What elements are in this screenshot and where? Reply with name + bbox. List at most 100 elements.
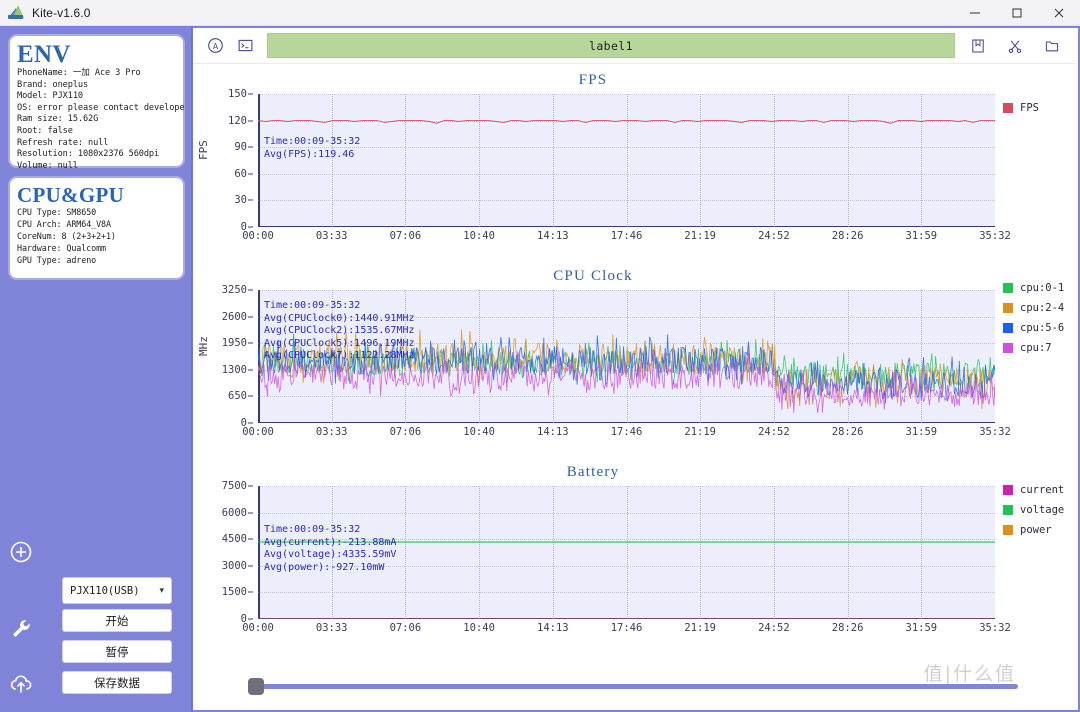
save-data-button[interactable]: 保存数据 [62, 671, 172, 694]
left-sidebar: ENV PhoneName: 一加 Ace 3 Pro Brand: onepl… [0, 26, 193, 712]
y-tick-label: 90 [234, 141, 247, 154]
legend-label: cpu:5-6 [1020, 322, 1065, 334]
chart-fps-plot: Time:00:09-35:32 Avg(FPS):119.46 [258, 94, 995, 227]
pause-button[interactable]: 暂停 [62, 640, 172, 663]
legend-item[interactable]: power [1003, 524, 1064, 536]
y-tick-label: 60 [234, 167, 247, 180]
x-tick-label: 03:33 [315, 622, 348, 634]
legend-swatch-icon [1003, 343, 1013, 353]
chart-battery-plot: Time:00:09-35:32 Avg(current):-213.88mA … [258, 486, 995, 619]
legend-item[interactable]: cpu:0-1 [1003, 282, 1064, 294]
legend-item[interactable]: voltage [1003, 504, 1064, 516]
y-tick-mark [248, 199, 253, 201]
legend-label: cpu:7 [1020, 342, 1052, 354]
device-select[interactable]: PJX110(USB) ▾ [62, 577, 172, 604]
chart-battery-legend: current voltage power [1003, 484, 1064, 544]
label-bar-text: label1 [589, 38, 633, 53]
bookmark-save-icon[interactable] [966, 34, 990, 58]
legend-item[interactable]: cpu:7 [1003, 342, 1064, 354]
upload-cloud-icon[interactable] [8, 671, 34, 697]
y-tick-mark [248, 538, 253, 540]
label-bar[interactable]: label1 [267, 33, 955, 58]
start-button[interactable]: 开始 [62, 609, 172, 632]
y-tick-mark [248, 591, 253, 593]
x-tick-label: 10:40 [463, 426, 495, 438]
y-tick-mark [248, 485, 253, 487]
chart-battery-xaxis: 00:00 03:33 07:06 10:40 14:13 17:46 21:19 24:52… [242, 622, 1011, 640]
y-tick-label: 1300 [221, 363, 247, 376]
x-tick-label: 03:33 [315, 230, 348, 242]
chevron-down-icon: ▾ [159, 585, 164, 595]
x-tick-label: 35:32 [979, 426, 1011, 438]
x-tick-label: 14:13 [536, 622, 569, 634]
maximize-icon[interactable] [996, 0, 1038, 26]
terminal-icon[interactable] [233, 34, 257, 58]
x-tick-label: 24:52 [758, 230, 790, 242]
y-tick-mark [248, 565, 253, 567]
y-tick-mark [248, 342, 253, 344]
folder-open-icon[interactable] [1040, 34, 1064, 58]
legend-item[interactable]: current [1003, 484, 1064, 496]
device-select-value: PJX110(USB) [70, 584, 140, 597]
y-tick-mark [248, 120, 253, 122]
legend-item[interactable]: cpu:5-6 [1003, 322, 1064, 334]
timeline-slider[interactable]: 值|什么值 [193, 663, 1076, 700]
legend-label: voltage [1020, 504, 1065, 516]
x-tick-label: 10:40 [463, 622, 495, 634]
legend-swatch-icon [1003, 103, 1013, 113]
legend-item[interactable]: FPS [1003, 102, 1039, 114]
chart-fps-xaxis: 00:00 03:33 07:06 10:40 14:13 17:46 21:19 24:52… [242, 230, 1011, 248]
y-tick-mark [248, 93, 253, 95]
x-tick-label: 35:32 [979, 230, 1011, 242]
wrench-icon[interactable] [8, 616, 34, 642]
y-tick-label: 2600 [221, 310, 247, 323]
x-tick-label: 28:26 [831, 230, 864, 242]
x-tick-label: 07:06 [389, 426, 422, 438]
x-tick-label: 07:06 [389, 230, 422, 242]
legend-item[interactable]: cpu:2-4 [1003, 302, 1064, 314]
add-icon[interactable] [8, 539, 34, 565]
x-tick-label: 00:00 [242, 230, 274, 242]
x-tick-label: 17:46 [610, 230, 643, 242]
x-tick-label: 31:59 [905, 230, 938, 242]
x-tick-label: 00:00 [242, 622, 274, 634]
chart-fps-title: FPS [578, 72, 608, 88]
gauge-icon[interactable]: A [203, 34, 227, 58]
legend-swatch-icon [1003, 303, 1013, 313]
slider-handle[interactable] [248, 678, 264, 695]
cpu-gpu-card-body: CPU Type: SM8650 CPU Arch: ARM64_V8A Cor… [17, 207, 116, 265]
title-bar: Kite-v1.6.0 [0, 0, 1080, 26]
x-tick-label: 14:13 [536, 230, 569, 242]
minimize-icon[interactable] [954, 0, 996, 26]
x-tick-label: 28:26 [831, 426, 864, 438]
chart-battery-yaxis: 0 1500 3000 4500 6000 7500 [193, 480, 253, 625]
env-card-title: ENV [17, 41, 71, 68]
charts-area: FPS FPS 0 30 60 90 120 150 Time:00:09-35:32 A… [193, 64, 1076, 676]
x-tick-label: 31:59 [905, 622, 938, 634]
series-cpu-5-6 [258, 333, 995, 404]
x-tick-label: 10:40 [463, 230, 495, 242]
chart-cpu-clock-legend: cpu:0-1 cpu:2-4 cpu:5-6 cpu:7 [1003, 282, 1064, 362]
y-tick-mark [248, 226, 253, 228]
x-tick-label: 35:32 [979, 622, 1011, 634]
y-tick-label: 7500 [221, 480, 247, 492]
chart-battery: Battery 0 1500 3000 4500 6000 7500 Time:00:09… [193, 456, 1076, 652]
cpu-gpu-card-title: CPU&GPU [17, 183, 125, 207]
y-tick-label: 120 [228, 114, 247, 127]
y-tick-label: 6000 [221, 506, 247, 519]
x-tick-label: 21:19 [684, 230, 716, 242]
y-tick-label: 30 [234, 194, 247, 207]
slider-track[interactable] [248, 684, 1018, 689]
toolbar: A label1 [193, 28, 1076, 64]
legend-swatch-icon [1003, 323, 1013, 333]
series-layer [258, 329, 995, 413]
scissors-icon[interactable] [1003, 34, 1027, 58]
x-tick-label: 03:33 [315, 426, 348, 438]
y-tick-mark [248, 395, 253, 397]
close-icon[interactable] [1038, 0, 1080, 26]
main-content: A label1 FPS FPS 0 30 60 90 120 150 Time… [193, 26, 1080, 712]
y-tick-mark [248, 146, 253, 148]
x-tick-label: 24:52 [758, 622, 790, 634]
y-tick-mark [248, 173, 253, 175]
y-tick-label: 650 [228, 390, 247, 403]
